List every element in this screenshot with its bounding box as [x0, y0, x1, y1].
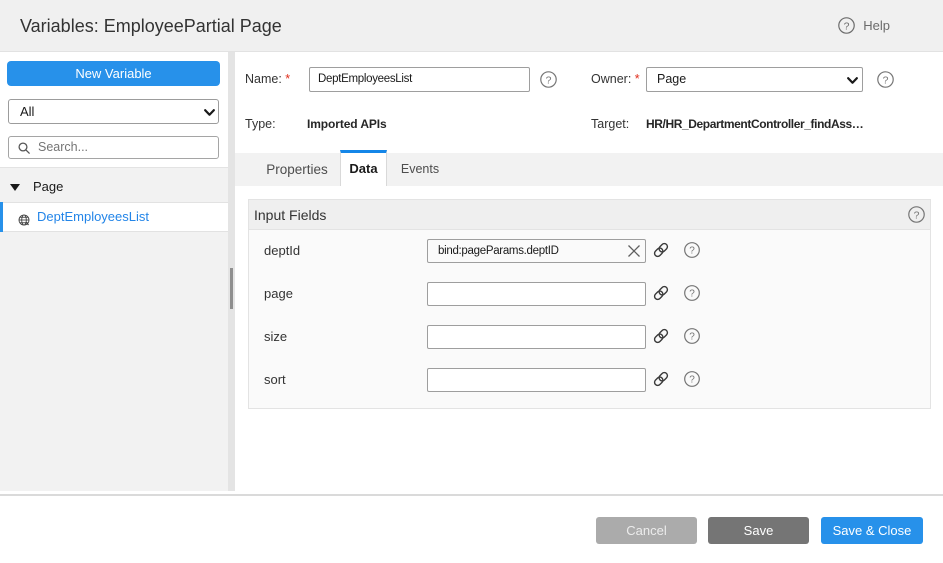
- svg-text:?: ?: [689, 332, 695, 343]
- svg-text:?: ?: [689, 289, 695, 300]
- svg-text:?: ?: [914, 209, 920, 221]
- svg-text:?: ?: [689, 375, 695, 386]
- svg-text:?: ?: [546, 74, 552, 86]
- svg-text:?: ?: [844, 20, 850, 32]
- svg-text:?: ?: [883, 74, 889, 86]
- svg-text:?: ?: [689, 246, 695, 257]
